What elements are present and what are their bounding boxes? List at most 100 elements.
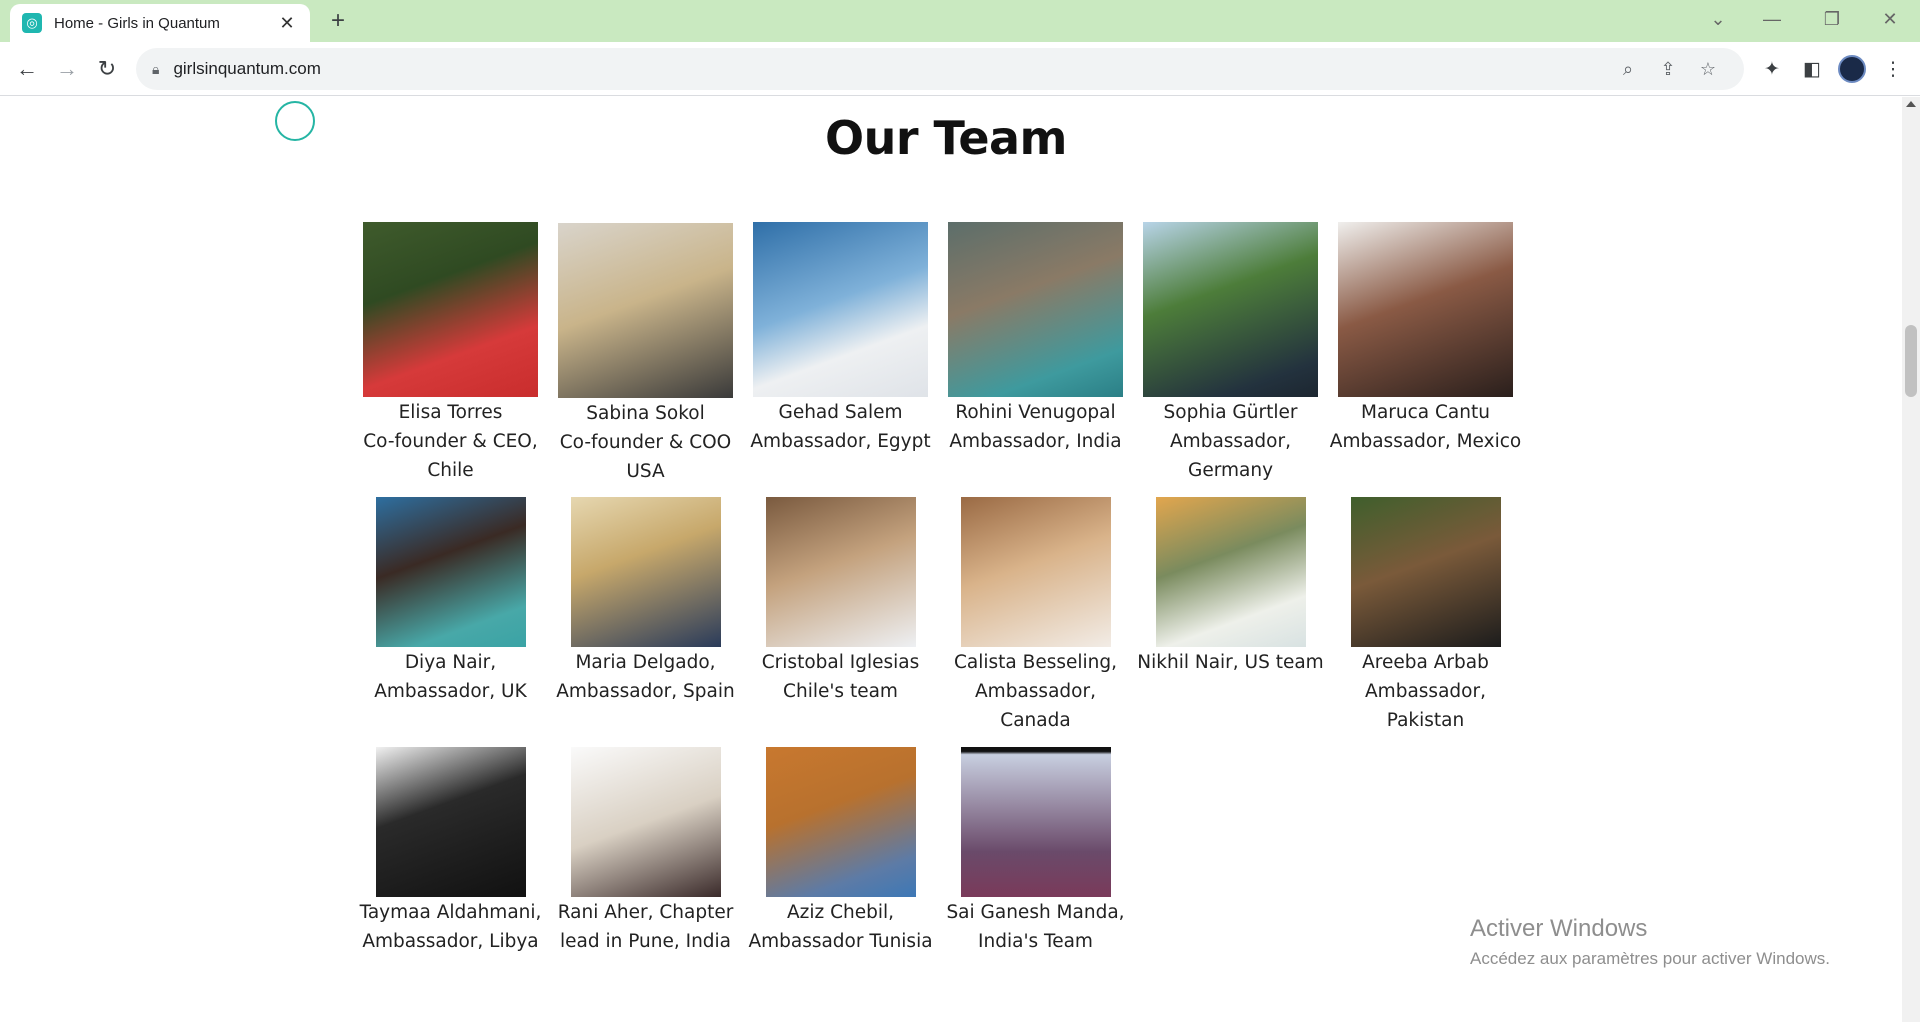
member-caption-line1: Areeba Arbab	[1362, 652, 1489, 673]
member-caption-line2: Ambassador,	[975, 681, 1096, 702]
member-photo	[570, 497, 721, 647]
close-window-icon[interactable]: ✕	[1870, 4, 1910, 34]
member-caption-line1: Sabina Sokol	[586, 403, 705, 424]
page-viewport: Our Team Elisa Torres Co-founder & CEO, Ch…	[0, 97, 1902, 1022]
member-caption-line1: Taymaa Aldahmani,	[359, 902, 542, 923]
team-member-card: Maruca Cantu Ambassador, Mexico	[1328, 222, 1523, 455]
profile-avatar[interactable]	[1838, 55, 1866, 83]
team-member-card: Areeba Arbab Ambassador, Pakistan	[1328, 497, 1523, 734]
member-photo	[375, 747, 526, 897]
url-text[interactable]: girlsinquantum.com	[173, 59, 1608, 79]
windows-activation-watermark: Activer Windows Accédez aux paramètres p…	[1470, 915, 1830, 969]
close-tab-icon[interactable]: ✕	[276, 13, 298, 34]
member-photo	[948, 222, 1123, 397]
member-photo	[765, 747, 916, 897]
member-photo	[375, 497, 526, 647]
restore-icon[interactable]: ❐	[1812, 4, 1852, 34]
team-member-card: Rohini Venugopal Ambassador, India	[938, 222, 1133, 455]
browser-tab[interactable]: ◎ Home - Girls in Quantum ✕	[10, 4, 310, 42]
member-photo	[1143, 222, 1318, 397]
team-member-card: Diya Nair, Ambassador, UK	[353, 497, 548, 705]
team-member-card: Gehad Salem Ambassador, Egypt	[743, 222, 938, 455]
back-icon[interactable]: ←	[12, 54, 42, 84]
team-member-card: Sai Ganesh Manda, India's Team	[938, 747, 1133, 955]
member-caption-line2: Ambassador, Spain	[556, 681, 735, 702]
lock-icon: 🔒︎	[152, 60, 160, 77]
team-member-card: Aziz Chebil, Ambassador Tunisia	[743, 747, 938, 955]
team-member-card: Rani Aher, Chapter lead in Pune, India	[548, 747, 743, 955]
menu-icon[interactable]: ⋮	[1878, 56, 1908, 86]
member-caption-line1: Calista Besseling,	[953, 652, 1117, 673]
member-caption-line2: lead in Pune, India	[559, 931, 732, 952]
forward-icon[interactable]: →	[52, 54, 82, 84]
member-caption-line1: Diya Nair,	[404, 652, 497, 673]
extensions-icon[interactable]: ✦	[1757, 56, 1787, 86]
member-caption-line1: Gehad Salem	[778, 402, 903, 423]
team-member-card: Nikhil Nair, US team	[1133, 497, 1328, 676]
member-photo	[558, 223, 733, 398]
member-caption-line1: Maria Delgado,	[575, 652, 716, 673]
member-photo	[570, 747, 721, 897]
team-member-card: Elisa Torres Co-founder & CEO, Chile	[353, 222, 548, 484]
member-caption-line2: Ambassador, India	[949, 431, 1122, 452]
member-photo	[960, 747, 1111, 897]
member-photo	[765, 497, 916, 647]
member-photo	[1338, 222, 1513, 397]
team-member-card: Sophia Gürtler Ambassador, Germany	[1133, 222, 1328, 484]
scroll-up-icon[interactable]	[1906, 101, 1916, 107]
member-caption-line1: Cristobal Iglesias	[761, 652, 920, 673]
tab-title: Home - Girls in Quantum	[54, 14, 220, 32]
member-caption-line2: India's Team	[978, 931, 1093, 952]
member-photo	[1155, 497, 1306, 647]
member-caption-line2: Ambassador, Egypt	[750, 431, 931, 452]
member-caption-line2: Co-founder & COO	[559, 432, 732, 453]
member-caption-line3: USA	[626, 461, 665, 482]
team-member-card: Calista Besseling, Ambassador, Canada	[938, 497, 1133, 734]
bookmark-star-icon[interactable]: ☆	[1688, 59, 1728, 80]
watermark-title: Activer Windows	[1470, 915, 1648, 942]
member-caption-line2: Ambassador,	[1170, 431, 1291, 452]
member-caption-line1: Sai Ganesh Manda,	[946, 902, 1125, 923]
tab-strip: ◎ Home - Girls in Quantum ✕ + ⌄ — ❐ ✕	[0, 0, 1920, 42]
team-member-card: Cristobal Iglesias Chile's team	[743, 497, 938, 705]
page-title: Our Team	[825, 111, 1068, 165]
member-caption-line1: Rani Aher, Chapter	[557, 902, 734, 923]
reload-icon[interactable]: ↻	[92, 54, 122, 84]
minimize-icon[interactable]: —	[1752, 4, 1792, 34]
watermark-subtitle: Accédez aux paramètres pour activer Wind…	[1470, 949, 1830, 968]
member-caption-line1: Maruca Cantu	[1361, 402, 1490, 423]
member-caption-line3: Canada	[1000, 710, 1071, 731]
member-caption-line2: Chile's team	[783, 681, 898, 702]
member-caption-line2: Ambassador, Mexico	[1329, 431, 1522, 452]
team-member-card: Maria Delgado, Ambassador, Spain	[548, 497, 743, 705]
tab-search-icon[interactable]: ⌄	[1698, 4, 1738, 34]
member-caption-line2: Ambassador, UK	[374, 681, 527, 702]
scrollbar-thumb[interactable]	[1905, 325, 1917, 397]
member-caption-line1: Aziz Chebil,	[786, 902, 895, 923]
member-caption-line1: Rohini Venugopal	[955, 402, 1116, 423]
new-tab-button[interactable]: +	[324, 8, 352, 36]
site-favicon-icon: ◎	[22, 13, 42, 33]
member-caption-line2: Ambassador,	[1365, 681, 1486, 702]
member-caption-line2: Ambassador, Libya	[362, 931, 539, 952]
team-member-card: Taymaa Aldahmani, Ambassador, Libya	[353, 747, 548, 955]
member-photo	[753, 222, 928, 397]
zoom-icon[interactable]: ⌕	[1608, 59, 1648, 80]
share-icon[interactable]: ⇪	[1648, 59, 1688, 80]
member-photo	[960, 497, 1111, 647]
member-photo	[1350, 497, 1501, 647]
member-caption-line2: Co-founder & CEO,	[363, 431, 538, 452]
team-member-card: Sabina Sokol Co-founder & COO USA	[548, 223, 743, 485]
member-caption-line3: Chile	[427, 460, 474, 481]
member-caption-line2: Ambassador Tunisia	[748, 931, 933, 952]
page-scrollbar[interactable]	[1902, 97, 1920, 1022]
member-caption-line1: Elisa Torres	[398, 402, 503, 423]
side-panel-icon[interactable]: ◧	[1797, 56, 1827, 86]
member-caption-line3: Germany	[1187, 460, 1274, 481]
member-caption-line1: Sophia Gürtler	[1163, 402, 1298, 423]
member-caption-line1: Nikhil Nair, US team	[1137, 652, 1324, 673]
member-photo	[363, 222, 538, 397]
browser-toolbar: ← → ↻ 🔒︎ girlsinquantum.com ⌕ ⇪ ☆ ✦ ◧ ⋮	[0, 42, 1920, 96]
member-caption-line3: Pakistan	[1386, 710, 1465, 731]
address-bar[interactable]: 🔒︎ girlsinquantum.com ⌕ ⇪ ☆	[136, 48, 1744, 90]
